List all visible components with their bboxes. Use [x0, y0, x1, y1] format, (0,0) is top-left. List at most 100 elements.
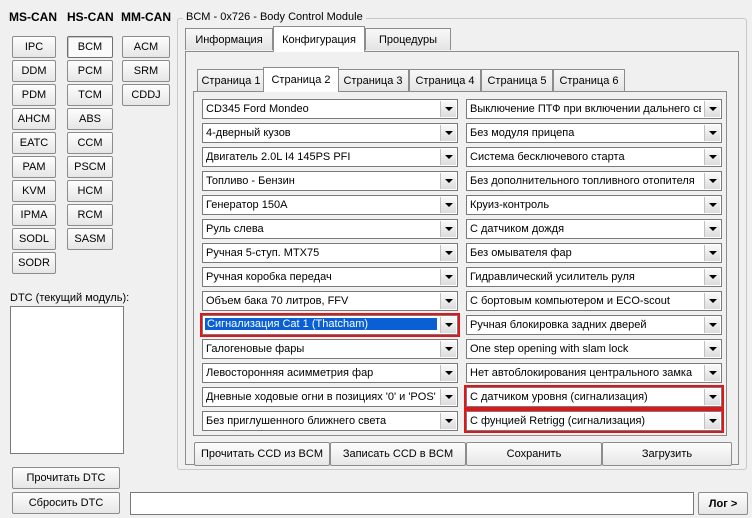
- dropdown-arrow-icon[interactable]: [440, 125, 456, 141]
- module-button-sasm[interactable]: SASM: [67, 228, 113, 250]
- dropdown-arrow-icon[interactable]: [440, 365, 456, 381]
- config-left-7[interactable]: Ручная 5-ступ. MTX75: [202, 243, 458, 263]
- config-right-12[interactable]: Нет автоблокирования центрального замка: [466, 363, 722, 383]
- config-right-6[interactable]: С датчиком дождя: [466, 219, 722, 239]
- config-right-8[interactable]: Гидравлический усилитель руля: [466, 267, 722, 287]
- dropdown-arrow-icon[interactable]: [704, 245, 720, 261]
- tab-procedures[interactable]: Процедуры: [365, 28, 451, 50]
- module-button-abs[interactable]: ABS: [67, 108, 113, 130]
- config-left-5[interactable]: Генератор 150A: [202, 195, 458, 215]
- module-button-pcm[interactable]: PCM: [67, 60, 113, 82]
- dropdown-arrow-icon[interactable]: [704, 269, 720, 285]
- page-tab-2[interactable]: Страница 2: [263, 67, 339, 92]
- dropdown-arrow-icon[interactable]: [440, 221, 456, 237]
- write-ccd-button[interactable]: Записать CCD в BCM: [330, 442, 466, 466]
- config-left-2[interactable]: 4-дверный кузов: [202, 123, 458, 143]
- dropdown-arrow-icon[interactable]: [440, 245, 456, 261]
- module-button-hcm[interactable]: HCM: [67, 180, 113, 202]
- dropdown-arrow-icon[interactable]: [440, 317, 456, 333]
- dropdown-arrow-icon[interactable]: [704, 413, 720, 429]
- dropdown-arrow-icon[interactable]: [704, 389, 720, 405]
- dropdown-arrow-icon[interactable]: [704, 341, 720, 357]
- dropdown-arrow-icon[interactable]: [440, 197, 456, 213]
- config-left-6[interactable]: Руль слева: [202, 219, 458, 239]
- dropdown-arrow-icon[interactable]: [704, 365, 720, 381]
- dtc-list[interactable]: [10, 306, 124, 454]
- dropdown-arrow-icon[interactable]: [704, 173, 720, 189]
- dropdown-arrow-icon[interactable]: [704, 221, 720, 237]
- tab-configuration[interactable]: Конфигурация: [273, 26, 365, 52]
- module-button-ipc[interactable]: IPC: [12, 36, 56, 58]
- config-right-4[interactable]: Без дополнительного топливного отопителя: [466, 171, 722, 191]
- config-left-1[interactable]: CD345 Ford Mondeo: [202, 99, 458, 119]
- page-tab-3[interactable]: Страница 3: [337, 69, 409, 91]
- config-left-14-value: Без приглушенного ближнего света: [206, 415, 387, 427]
- dropdown-arrow-icon[interactable]: [440, 269, 456, 285]
- config-right-2[interactable]: Без модуля прицепа: [466, 123, 722, 143]
- module-button-srm[interactable]: SRM: [122, 60, 170, 82]
- dropdown-arrow-icon[interactable]: [704, 101, 720, 117]
- config-right-7[interactable]: Без омывателя фар: [466, 243, 722, 263]
- dropdown-arrow-icon[interactable]: [440, 413, 456, 429]
- dropdown-arrow-icon[interactable]: [440, 101, 456, 117]
- dropdown-arrow-icon[interactable]: [704, 125, 720, 141]
- config-left-9[interactable]: Объем бака 70 литров, FFV: [202, 291, 458, 311]
- module-button-pscm[interactable]: PSCM: [67, 156, 113, 178]
- dropdown-arrow-icon[interactable]: [704, 197, 720, 213]
- load-button[interactable]: Загрузить: [602, 442, 732, 466]
- clear-dtc-button[interactable]: Сбросить DTC: [12, 492, 120, 514]
- config-right-2-value: Без модуля прицепа: [470, 127, 575, 139]
- config-left-14[interactable]: Без приглушенного ближнего света: [202, 411, 458, 431]
- module-button-sodr[interactable]: SODR: [12, 252, 56, 274]
- config-right-11[interactable]: One step opening with slam lock: [466, 339, 722, 359]
- save-button[interactable]: Сохранить: [466, 442, 602, 466]
- module-button-pam[interactable]: PAM: [12, 156, 56, 178]
- page-tab-6[interactable]: Страница 6: [553, 69, 625, 91]
- module-button-acm[interactable]: ACM: [122, 36, 170, 58]
- config-left-8[interactable]: Ручная коробка передач: [202, 267, 458, 287]
- log-field[interactable]: [130, 492, 694, 515]
- dropdown-arrow-icon[interactable]: [704, 149, 720, 165]
- module-button-cddj[interactable]: CDDJ: [122, 84, 170, 106]
- config-right-14[interactable]: С фунцией Retrigg (сигнализация): [466, 411, 722, 431]
- config-right-9[interactable]: С бортовым компьютером и ECO-scout: [466, 291, 722, 311]
- config-right-5[interactable]: Круиз-контроль: [466, 195, 722, 215]
- page-tab-4[interactable]: Страница 4: [409, 69, 481, 91]
- dropdown-arrow-icon[interactable]: [704, 293, 720, 309]
- mm-can-header: MM-CAN: [121, 10, 171, 24]
- config-right-1[interactable]: Выключение ПТФ при включении дальнего св…: [466, 99, 722, 119]
- dropdown-arrow-icon[interactable]: [440, 149, 456, 165]
- config-left-12[interactable]: Левосторонняя асимметрия фар: [202, 363, 458, 383]
- dropdown-arrow-icon[interactable]: [440, 173, 456, 189]
- module-button-ccm[interactable]: CCM: [67, 132, 113, 154]
- module-button-rcm[interactable]: RCM: [67, 204, 113, 226]
- config-right-13[interactable]: С датчиком уровня (сигнализация): [466, 387, 722, 407]
- config-left-11[interactable]: Галогеновые фары: [202, 339, 458, 359]
- dropdown-arrow-icon[interactable]: [440, 341, 456, 357]
- page-tab-1[interactable]: Страница 1: [197, 69, 265, 91]
- module-button-ddm[interactable]: DDM: [12, 60, 56, 82]
- config-left-13[interactable]: Дневные ходовые огни в позициях '0' и 'P…: [202, 387, 458, 407]
- config-left-4-value: Топливо - Бензин: [206, 175, 295, 187]
- module-button-pdm[interactable]: PDM: [12, 84, 56, 106]
- read-dtc-button[interactable]: Прочитать DTC: [12, 467, 120, 489]
- module-button-eatc[interactable]: EATC: [12, 132, 56, 154]
- module-button-ipma[interactable]: IPMA: [12, 204, 56, 226]
- dropdown-arrow-icon[interactable]: [440, 293, 456, 309]
- config-right-3[interactable]: Система бесключевого старта: [466, 147, 722, 167]
- log-toggle-button[interactable]: Лог >: [698, 492, 748, 515]
- read-ccd-button[interactable]: Прочитать CCD из BCM: [194, 442, 330, 466]
- module-button-bcm[interactable]: BCM: [67, 36, 113, 58]
- tab-info[interactable]: Информация: [185, 28, 273, 50]
- page-tab-5[interactable]: Страница 5: [481, 69, 553, 91]
- config-left-10[interactable]: Сигнализация Cat 1 (Thatcham): [202, 315, 458, 335]
- config-left-3[interactable]: Двигатель 2.0L I4 145PS PFI: [202, 147, 458, 167]
- module-button-tcm[interactable]: TCM: [67, 84, 113, 106]
- dropdown-arrow-icon[interactable]: [440, 389, 456, 405]
- module-button-ahcm[interactable]: AHCM: [12, 108, 56, 130]
- module-button-sodl[interactable]: SODL: [12, 228, 56, 250]
- config-right-10[interactable]: Ручная блокировка задних дверей: [466, 315, 722, 335]
- module-button-kvm[interactable]: KVM: [12, 180, 56, 202]
- config-left-4[interactable]: Топливо - Бензин: [202, 171, 458, 191]
- dropdown-arrow-icon[interactable]: [704, 317, 720, 333]
